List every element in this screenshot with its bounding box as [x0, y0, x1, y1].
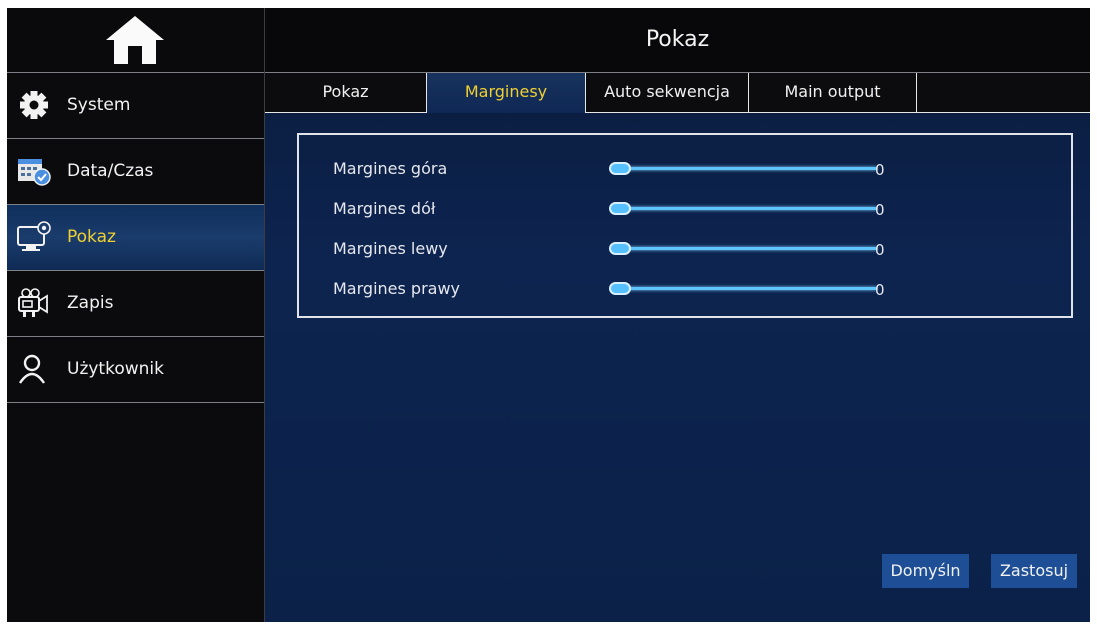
sidebar-item-display[interactable]: Pokaz	[7, 205, 264, 271]
monitor-icon	[17, 221, 51, 251]
tab-bar: Pokaz Marginesy Auto sekwencja Main outp…	[265, 73, 1090, 113]
user-icon	[19, 354, 45, 384]
title-bar: Pokaz	[265, 8, 1090, 73]
sidebar-item-system[interactable]: System	[7, 73, 264, 139]
slider-thumb[interactable]	[609, 242, 631, 255]
tab-main-output[interactable]: Main output	[749, 73, 917, 113]
tab-display[interactable]: Pokaz	[265, 73, 427, 113]
screen: System Data/Czas Pokaz Zapis Użytkownik …	[7, 8, 1090, 622]
sidebar: System Data/Czas Pokaz Zapis Użytkownik	[7, 8, 265, 622]
sidebar-item-label: Data/Czas	[67, 161, 154, 181]
sidebar-item-label: System	[67, 95, 131, 115]
slider-thumb[interactable]	[609, 162, 631, 175]
default-button[interactable]: Domyśln	[882, 554, 969, 588]
tab-auto-sequence[interactable]: Auto sekwencja	[586, 73, 749, 113]
margin-top-label: Margines góra	[333, 159, 448, 178]
gear-icon	[20, 91, 48, 119]
page-title: Pokaz	[645, 27, 710, 52]
sidebar-item-recording[interactable]: Zapis	[7, 271, 264, 337]
sidebar-item-date-time[interactable]: Data/Czas	[7, 139, 264, 205]
sidebar-item-label: Zapis	[67, 293, 114, 313]
margins-panel: Margines góra 0 Margines dół 0 Margines …	[297, 133, 1073, 318]
margin-bottom-row: Margines dół 0	[299, 191, 1071, 227]
slider-track[interactable]	[615, 247, 877, 250]
apply-button[interactable]: Zastosuj	[991, 554, 1077, 588]
sidebar-item-label: Użytkownik	[67, 359, 164, 379]
tab-label: Main output	[784, 82, 881, 101]
margin-top-value: 0	[875, 161, 885, 179]
margin-right-value: 0	[875, 281, 885, 299]
slider-track[interactable]	[615, 287, 877, 290]
apply-button-label: Zastosuj	[999, 561, 1069, 580]
margin-bottom-slider[interactable]	[609, 197, 879, 221]
slider-thumb[interactable]	[609, 282, 631, 295]
recorder-icon	[18, 288, 48, 317]
margin-right-slider[interactable]	[609, 277, 879, 301]
tab-margins[interactable]: Marginesy	[426, 73, 586, 113]
tab-label: Marginesy	[464, 82, 548, 101]
margin-bottom-label: Margines dół	[333, 199, 436, 218]
calendar-icon	[18, 159, 51, 186]
sidebar-item-label: Pokaz	[67, 227, 116, 247]
margin-top-row: Margines góra 0	[299, 151, 1071, 187]
margin-left-row: Margines lewy 0	[299, 231, 1071, 267]
slider-track[interactable]	[615, 167, 877, 170]
home-icon	[106, 16, 164, 64]
margin-bottom-value: 0	[875, 201, 885, 219]
margin-left-value: 0	[875, 241, 885, 259]
tab-bar-spacer	[917, 73, 1090, 113]
margin-top-slider[interactable]	[609, 157, 879, 181]
tab-label: Pokaz	[322, 82, 369, 101]
sidebar-item-user[interactable]: Użytkownik	[7, 337, 264, 403]
main-panel: Pokaz Pokaz Marginesy Auto sekwencja Mai…	[265, 8, 1090, 622]
tab-label: Auto sekwencja	[604, 82, 730, 101]
slider-thumb[interactable]	[609, 202, 631, 215]
margin-right-row: Margines prawy 0	[299, 271, 1071, 307]
home-button[interactable]	[7, 8, 264, 73]
margin-right-label: Margines prawy	[333, 279, 461, 298]
slider-track[interactable]	[615, 207, 877, 210]
margin-left-label: Margines lewy	[333, 239, 448, 258]
default-button-label: Domyśln	[890, 561, 961, 580]
margin-left-slider[interactable]	[609, 237, 879, 261]
